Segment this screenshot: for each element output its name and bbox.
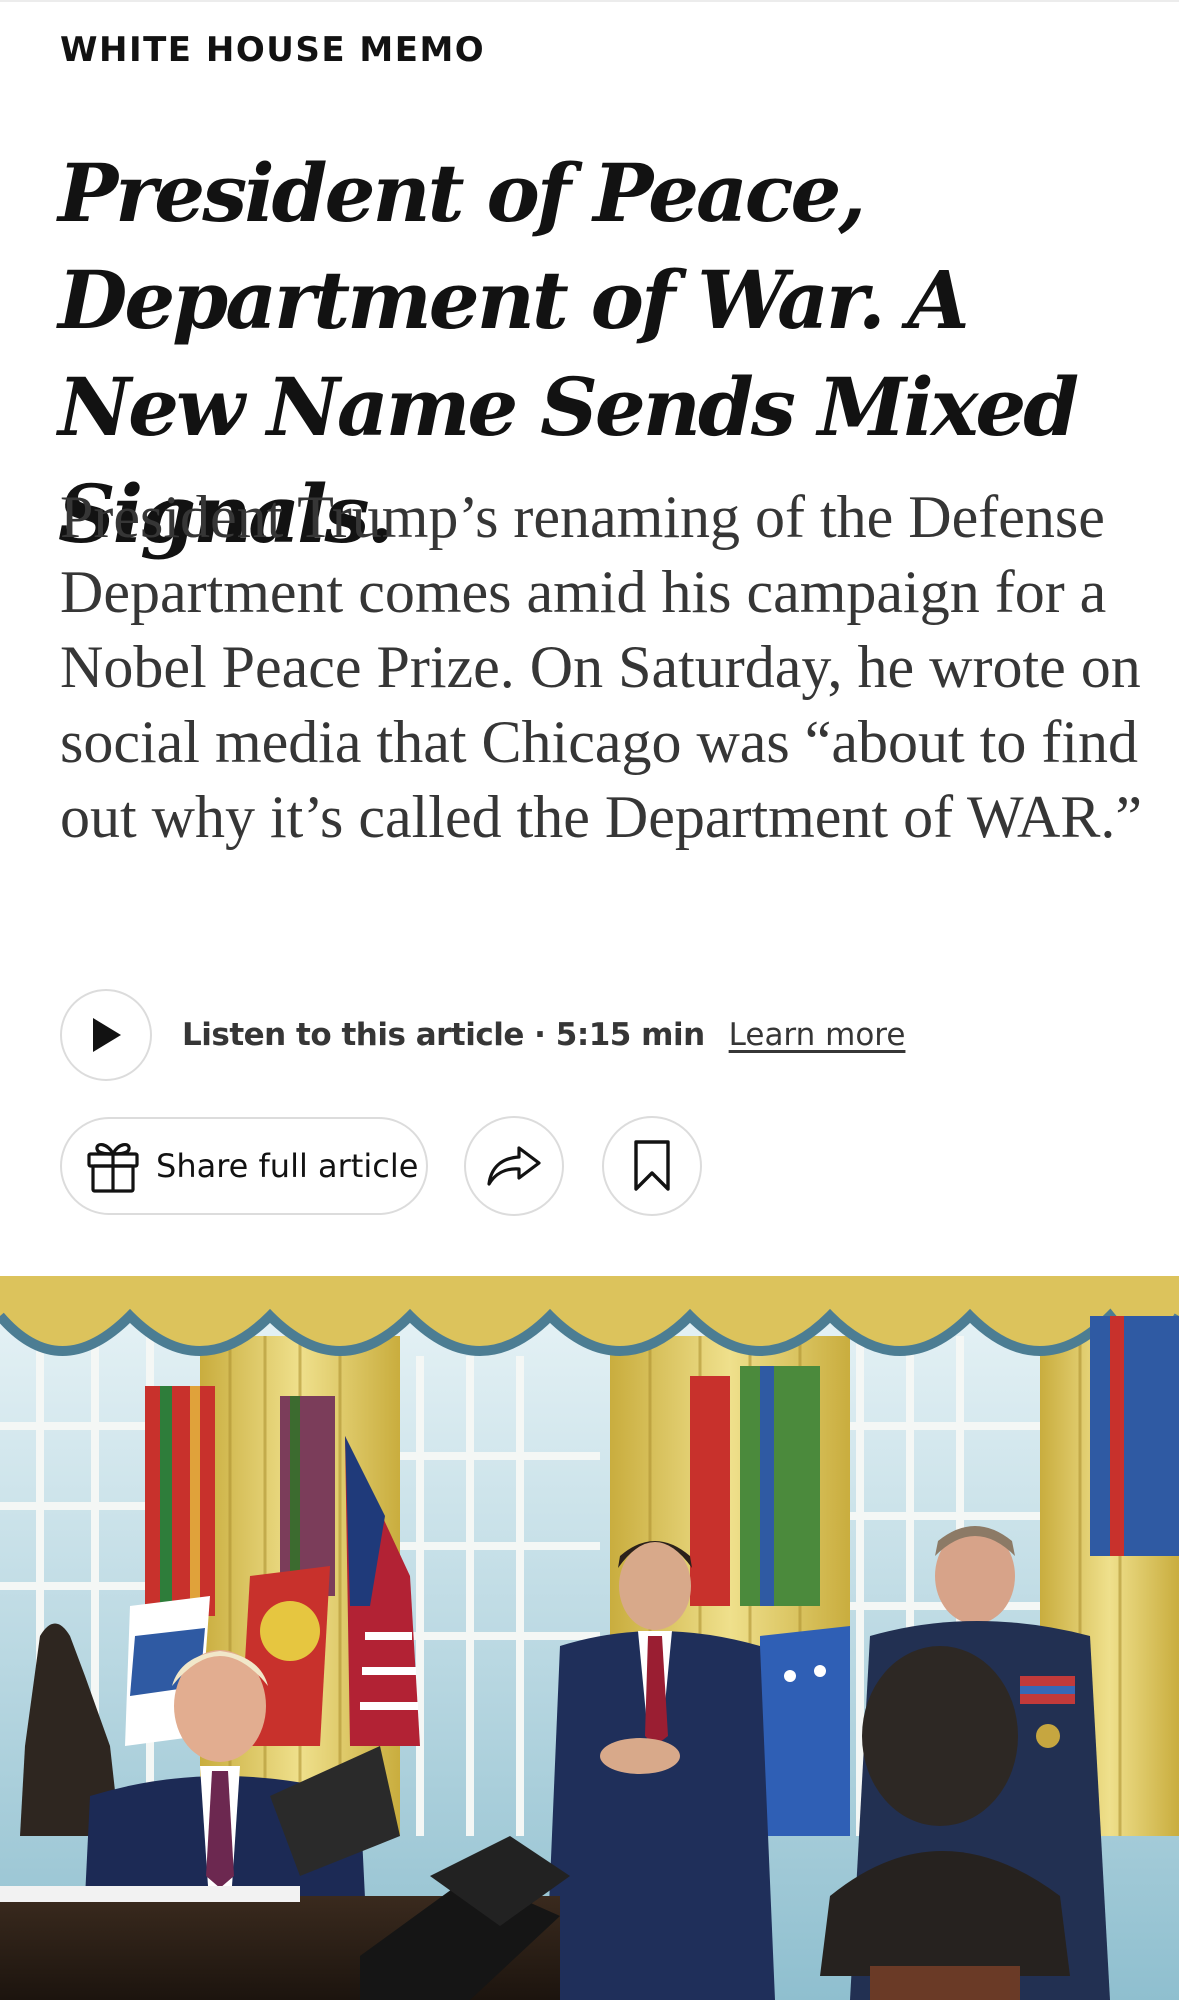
top-divider — [0, 0, 1179, 2]
share-full-article-label: Share full article — [156, 1147, 419, 1185]
play-button[interactable] — [60, 989, 152, 1081]
share-button[interactable] — [464, 1116, 564, 1216]
gift-icon — [87, 1143, 139, 1193]
listen-label: Listen to this article · 5:15 min — [182, 1017, 705, 1053]
share-actions-row: Share full article — [60, 1116, 702, 1216]
audio-player-row: Listen to this article · 5:15 min Learn … — [60, 987, 905, 1083]
play-icon — [93, 1018, 121, 1052]
article-summary: President Trump’s renaming of the Defens… — [60, 484, 1142, 850]
share-full-article-button[interactable]: Share full article — [60, 1117, 428, 1215]
article-lead-photo — [0, 1276, 1179, 2000]
curtain-valance — [0, 1276, 1179, 1356]
share-arrow-icon — [487, 1146, 541, 1186]
bookmark-button[interactable] — [602, 1116, 702, 1216]
bookmark-icon — [634, 1140, 670, 1191]
section-kicker[interactable]: WHITE HOUSE MEMO — [60, 30, 485, 70]
learn-more-link[interactable]: Learn more — [729, 1017, 906, 1053]
